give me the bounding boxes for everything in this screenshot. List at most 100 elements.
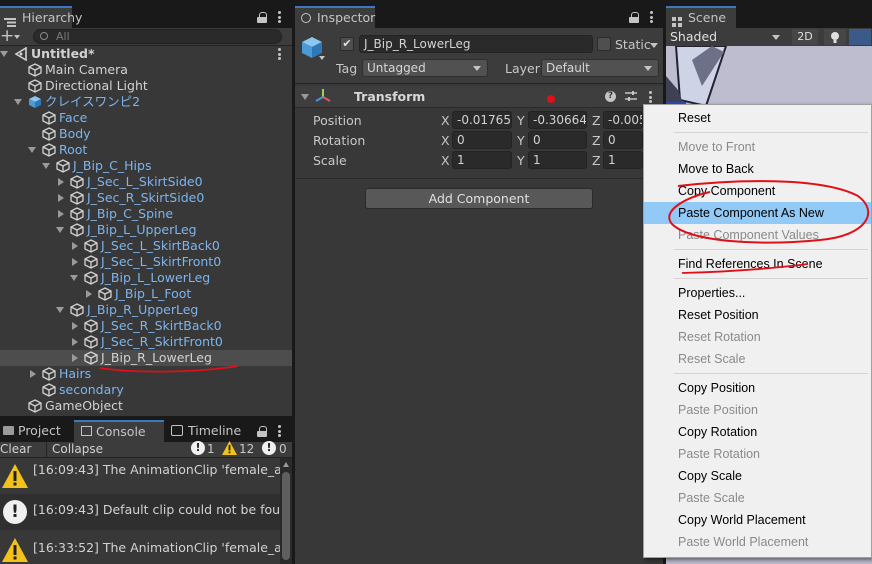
rotation-z-field[interactable]: 0 — [603, 131, 643, 149]
position-x-field[interactable]: -0.01765 — [452, 111, 512, 129]
tab-scene[interactable]: Scene — [666, 6, 736, 28]
hierarchy-row[interactable]: Directional Light — [0, 78, 292, 94]
presets-sliders-icon[interactable] — [625, 90, 637, 105]
console-entry[interactable]: ! [16:09:43] Default clip could not be f… — [0, 494, 280, 530]
warning-toggle-icon[interactable] — [222, 441, 237, 458]
lock-icon[interactable] — [257, 12, 267, 23]
static-checkbox[interactable] — [597, 37, 611, 51]
menu-item-copy-scale[interactable]: Copy Scale — [644, 465, 871, 487]
hierarchy-row[interactable]: GameObject — [0, 398, 292, 414]
clear-button[interactable]: Clear — [0, 442, 31, 456]
scale-x-field[interactable]: 1 — [452, 151, 512, 169]
hierarchy-row[interactable]: Face — [0, 110, 292, 126]
mode-2d-toggle[interactable]: 2D — [792, 29, 818, 45]
expand-open-icon[interactable] — [14, 99, 22, 105]
hierarchy-row[interactable]: J_Bip_R_UpperLeg — [0, 302, 292, 318]
position-z-field[interactable]: -0.005 — [603, 111, 643, 129]
collapse-button[interactable]: Collapse — [52, 442, 103, 456]
menu-item-paste-component-as-new[interactable]: Paste Component As New — [644, 202, 871, 224]
hierarchy-row[interactable]: J_Sec_L_SkirtFront0 — [0, 254, 292, 270]
expand-open-icon[interactable] — [56, 307, 64, 313]
expand-closed-icon[interactable] — [72, 338, 78, 346]
hierarchy-row[interactable]: Hairs — [0, 366, 292, 382]
tab-project[interactable]: Project — [0, 420, 72, 442]
expand-open-icon[interactable] — [56, 227, 64, 233]
tab-timeline[interactable]: Timeline — [166, 420, 246, 442]
hierarchy-row[interactable]: J_Bip_R_LowerLeg — [0, 350, 292, 366]
menu-item-copy-rotation[interactable]: Copy Rotation — [644, 421, 871, 443]
hierarchy-row[interactable]: Body — [0, 126, 292, 142]
rotation-y-field[interactable]: 0 — [528, 131, 587, 149]
expand-closed-icon[interactable] — [72, 354, 78, 362]
hierarchy-row[interactable]: J_Sec_L_SkirtSide0 — [0, 174, 292, 190]
menu-item-reset[interactable]: Reset — [644, 107, 871, 129]
console-entry[interactable]: [16:33:52] The AnimationClip 'female_act… — [0, 530, 280, 564]
inspector-menu-kebab-icon[interactable] — [650, 11, 653, 23]
hierarchy-row[interactable]: J_Sec_R_SkirtBack0 — [0, 318, 292, 334]
hierarchy-row[interactable]: J_Sec_R_SkirtFront0 — [0, 334, 292, 350]
scene-menu-kebab-icon[interactable] — [278, 48, 281, 60]
info-toggle-icon[interactable]: ! — [262, 441, 276, 455]
object-name-field[interactable]: J_Bip_R_LowerLeg — [359, 35, 593, 53]
hierarchy-row[interactable]: J_Sec_R_SkirtSide0 — [0, 190, 292, 206]
audio-toggle-icon[interactable] — [849, 29, 871, 45]
scroll-thumb[interactable] — [282, 472, 290, 560]
hierarchy-menu-kebab-icon[interactable] — [278, 11, 281, 23]
hierarchy-row[interactable]: J_Bip_L_LowerLeg — [0, 270, 292, 286]
transform-foldout-icon[interactable] — [301, 94, 309, 100]
console-menu-kebab-icon[interactable] — [278, 425, 281, 437]
expand-closed-icon[interactable] — [86, 290, 92, 298]
add-dropdown-chevron-icon[interactable] — [14, 35, 20, 39]
tab-inspector[interactable]: Inspector — [295, 6, 375, 28]
expand-closed-icon[interactable] — [58, 178, 64, 186]
error-toggle-icon[interactable]: ! — [191, 441, 205, 455]
add-button[interactable]: + — [0, 26, 14, 46]
active-checkbox[interactable]: ✔ — [340, 37, 354, 51]
menu-item-reset-position[interactable]: Reset Position — [644, 304, 871, 326]
expand-open-icon[interactable] — [42, 163, 50, 169]
hierarchy-row[interactable]: Root — [0, 142, 292, 158]
expand-open-icon[interactable] — [28, 147, 36, 153]
transform-menu-kebab-icon[interactable] — [649, 91, 652, 103]
tab-console[interactable]: Console — [74, 420, 164, 442]
hierarchy-row[interactable]: Main Camera — [0, 62, 292, 78]
tag-dropdown[interactable]: Untagged — [362, 59, 488, 77]
console-scrollbar[interactable] — [280, 458, 292, 564]
search-input[interactable]: All — [33, 29, 282, 44]
hierarchy-row[interactable]: クレイスワンピ2 — [0, 94, 292, 110]
transform-header[interactable]: Transform ? — [295, 86, 663, 108]
menu-item-find-references-in-scene[interactable]: Find References In Scene — [644, 253, 871, 275]
position-y-field[interactable]: -0.30664 — [528, 111, 587, 129]
scale-z-field[interactable]: 1 — [603, 151, 643, 169]
menu-item-move-to-back[interactable]: Move to Back — [644, 158, 871, 180]
hierarchy-row[interactable]: J_Bip_L_Foot — [0, 286, 292, 302]
hierarchy-row[interactable]: J_Bip_C_Hips — [0, 158, 292, 174]
expand-closed-icon[interactable] — [30, 370, 36, 378]
add-component-button[interactable]: Add Component — [365, 188, 593, 209]
help-icon[interactable]: ? — [605, 91, 616, 102]
console-lock-icon[interactable] — [257, 426, 267, 437]
static-dropdown-chevron-icon[interactable] — [650, 43, 658, 48]
scroll-up-icon[interactable] — [283, 462, 289, 467]
expand-closed-icon[interactable] — [72, 258, 78, 266]
expand-closed-icon[interactable] — [72, 322, 78, 330]
menu-item-copy-component[interactable]: Copy Component — [644, 180, 871, 202]
console-entry[interactable]: [16:09:43] The AnimationClip 'female_act… — [0, 458, 280, 494]
rotation-x-field[interactable]: 0 — [452, 131, 512, 149]
lighting-toggle-icon[interactable] — [824, 29, 846, 45]
hierarchy-row[interactable]: J_Bip_C_Spine — [0, 206, 292, 222]
tab-hierarchy[interactable]: Hierarchy — [0, 6, 82, 28]
hierarchy-row[interactable]: J_Bip_L_UpperLeg — [0, 222, 292, 238]
expand-closed-icon[interactable] — [72, 242, 78, 250]
inspector-lock-icon[interactable] — [629, 12, 639, 23]
expand-closed-icon[interactable] — [58, 210, 64, 218]
expand-open-icon[interactable] — [0, 51, 8, 57]
menu-item-copy-position[interactable]: Copy Position — [644, 377, 871, 399]
hierarchy-row[interactable]: Untitled* — [0, 46, 292, 62]
expand-closed-icon[interactable] — [58, 194, 64, 202]
layer-dropdown[interactable]: Default — [541, 59, 659, 77]
expand-open-icon[interactable] — [70, 275, 78, 281]
shading-mode-dropdown[interactable]: Shaded — [666, 28, 784, 46]
scale-y-field[interactable]: 1 — [528, 151, 587, 169]
hierarchy-row[interactable]: secondary — [0, 382, 292, 398]
